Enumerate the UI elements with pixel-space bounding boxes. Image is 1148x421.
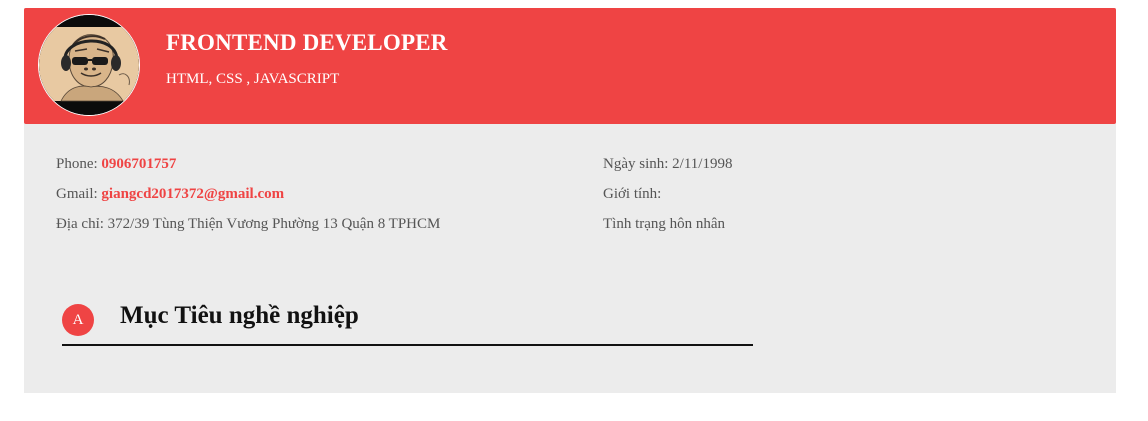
marital-row: Tình trạng hôn nhân bbox=[603, 216, 732, 246]
resume-page: FRONTEND DEVELOPER HTML, CSS , JAVASCRIP… bbox=[24, 8, 1116, 393]
gender-row: Giới tính: bbox=[603, 186, 732, 216]
address-row: Địa chỉ: 372/39 Tùng Thiện Vương Phường … bbox=[56, 216, 440, 246]
marital-label: Tình trạng hôn nhân bbox=[603, 216, 726, 232]
address-label: Địa chỉ: bbox=[56, 216, 104, 232]
resume-header: FRONTEND DEVELOPER HTML, CSS , JAVASCRIP… bbox=[24, 8, 1116, 124]
birth-value: 2/11/1998 bbox=[672, 156, 733, 172]
gmail-label: Gmail: bbox=[56, 186, 98, 202]
birth-row: Ngày sinh: 2/11/1998 bbox=[603, 156, 732, 186]
personal-info: Ngày sinh: 2/11/1998 Giới tính: Tình trạ… bbox=[603, 156, 732, 246]
phone-row: Phone: 0906701757 bbox=[56, 156, 440, 186]
gender-label: Giới tính: bbox=[603, 186, 662, 202]
career-objective-section: A Mục Tiêu nghề nghiệp bbox=[62, 300, 753, 346]
job-title: FRONTEND DEVELOPER bbox=[166, 30, 448, 55]
avatar bbox=[38, 14, 140, 116]
gmail-value: giangcd2017372@gmail.com bbox=[101, 186, 285, 202]
phone-value: 0906701757 bbox=[101, 156, 177, 172]
address-value: 372/39 Tùng Thiện Vương Phường 13 Quận 8… bbox=[107, 216, 441, 232]
gorilla-avatar-icon bbox=[39, 15, 139, 115]
skills-subtitle: HTML, CSS , JAVASCRIPT bbox=[166, 71, 340, 87]
gmail-row: Gmail: giangcd2017372@gmail.com bbox=[56, 186, 440, 216]
section-title: Mục Tiêu nghề nghiệp bbox=[120, 302, 359, 329]
phone-label: Phone: bbox=[56, 156, 98, 172]
contact-info: Phone: 0906701757 Gmail: giangcd2017372@… bbox=[56, 156, 440, 246]
section-badge: A bbox=[62, 304, 94, 336]
birth-label: Ngày sinh: bbox=[603, 156, 669, 172]
